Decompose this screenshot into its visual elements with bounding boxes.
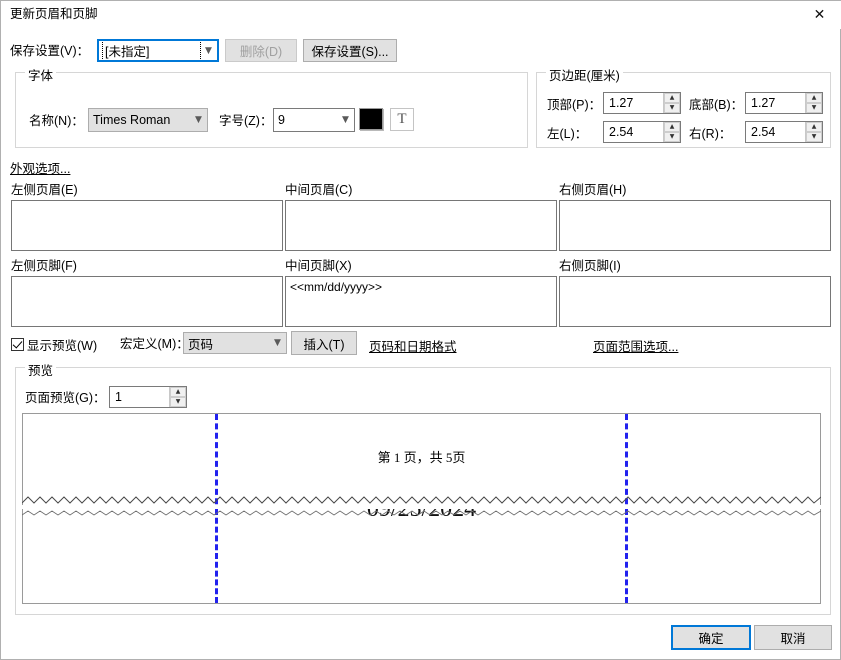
title-bar: 更新页眉和页脚 ✕ xyxy=(1,1,841,29)
update-header-footer-dialog: 更新页眉和页脚 ✕ 保存设置(V)： [未指定] ▼ 删除(D) 保存设置(S)… xyxy=(0,0,841,660)
chevron-down-icon: ▼ xyxy=(200,41,217,60)
spin-down-icon[interactable]: ▼ xyxy=(170,397,186,407)
page-break-zigzag-icon xyxy=(22,509,821,517)
preview-page-top-clip: 第 1 页，共 5页 xyxy=(22,413,821,505)
page-break-zigzag-icon xyxy=(22,496,821,505)
margin-bottom-spin-buttons: ▲ ▼ xyxy=(805,93,822,113)
page-date-format-link[interactable]: 页码和日期格式 xyxy=(369,336,457,355)
margin-left-spin-buttons: ▲ ▼ xyxy=(663,122,680,142)
margin-left-spinner[interactable]: 2.54 ▲ ▼ xyxy=(603,121,681,143)
appearance-options-link[interactable]: 外观选项... xyxy=(10,158,70,177)
font-color-swatch[interactable] xyxy=(359,108,383,130)
margin-left-label: 左(L)： xyxy=(547,126,587,142)
margin-bottom-value: 1.27 xyxy=(746,93,805,113)
font-size-value: 9 xyxy=(278,113,337,127)
checkmark-icon xyxy=(11,338,24,351)
margin-bottom-spinner[interactable]: 1.27 ▲ ▼ xyxy=(745,92,823,114)
margin-right-label: 右(R)： xyxy=(689,126,731,142)
page-preview-value: 1 xyxy=(110,387,169,407)
margin-left-value: 2.54 xyxy=(604,122,663,142)
spin-up-icon[interactable]: ▲ xyxy=(664,122,680,132)
spin-up-icon[interactable]: ▲ xyxy=(806,93,822,103)
font-name-label: 名称(N)： xyxy=(29,113,84,129)
right-margin-guide xyxy=(625,509,628,603)
font-name-combo[interactable]: Times Roman ▼ xyxy=(88,108,208,132)
preview-group-title: 预览 xyxy=(25,360,56,379)
margins-group-title: 页边距(厘米) xyxy=(546,65,623,84)
text-format-button[interactable]: T xyxy=(390,108,414,131)
spin-down-icon[interactable]: ▼ xyxy=(664,103,680,113)
margin-top-spin-buttons: ▲ ▼ xyxy=(663,93,680,113)
spin-up-icon[interactable]: ▲ xyxy=(170,387,186,397)
margin-right-spinner[interactable]: 2.54 ▲ ▼ xyxy=(745,121,823,143)
saved-settings-combo[interactable]: [未指定] ▼ xyxy=(97,39,219,62)
margin-right-value: 2.54 xyxy=(746,122,805,142)
center-header-input[interactable] xyxy=(285,200,557,251)
preview-page-bottom[interactable]: 09/25/2024 xyxy=(22,509,821,604)
page-preview-spinner[interactable]: 1 ▲ ▼ xyxy=(109,386,187,408)
spin-down-icon[interactable]: ▼ xyxy=(806,132,822,142)
spin-down-icon[interactable]: ▼ xyxy=(664,132,680,142)
save-settings-button[interactable]: 保存设置(S)... xyxy=(303,39,397,62)
margin-bottom-label: 底部(B)： xyxy=(689,97,743,113)
page-preview-spin-buttons: ▲ ▼ xyxy=(169,387,186,407)
macro-combo[interactable]: 页码 ▼ xyxy=(183,332,287,354)
preview-page-bottom-clip: 09/25/2024 xyxy=(22,509,821,604)
show-preview-checkbox[interactable]: 显示预览(W) xyxy=(11,335,97,354)
spin-up-icon[interactable]: ▲ xyxy=(806,122,822,132)
preview-page-header-text: 第 1 页，共 5页 xyxy=(23,447,820,466)
insert-button[interactable]: 插入(T) xyxy=(291,331,357,355)
chevron-down-icon: ▼ xyxy=(337,109,354,131)
saved-settings-value: [未指定] xyxy=(103,41,200,60)
margin-right-spin-buttons: ▲ ▼ xyxy=(805,122,822,142)
margin-top-label: 顶部(P)： xyxy=(547,97,601,113)
right-footer-label: 右侧页脚(I) xyxy=(559,258,621,274)
delete-settings-button[interactable]: 删除(D) xyxy=(225,39,297,62)
center-footer-label: 中间页脚(X) xyxy=(285,258,352,274)
left-header-label: 左侧页眉(E) xyxy=(11,182,78,198)
center-header-label: 中间页眉(C) xyxy=(285,182,352,198)
left-footer-input[interactable] xyxy=(11,276,283,327)
macro-value: 页码 xyxy=(188,334,269,353)
right-footer-input[interactable] xyxy=(559,276,831,327)
margin-top-spinner[interactable]: 1.27 ▲ ▼ xyxy=(603,92,681,114)
center-footer-input[interactable]: <<mm/dd/yyyy>> xyxy=(285,276,557,327)
right-header-input[interactable] xyxy=(559,200,831,251)
saved-settings-label: 保存设置(V)： xyxy=(10,43,89,59)
page-preview-label: 页面预览(G)： xyxy=(25,390,106,406)
left-header-input[interactable] xyxy=(11,200,283,251)
macro-label: 宏定义(M)： xyxy=(120,336,189,352)
right-header-label: 右侧页眉(H) xyxy=(559,182,626,198)
show-preview-label: 显示预览(W) xyxy=(27,335,97,354)
chevron-down-icon: ▼ xyxy=(269,333,286,353)
page-range-options-link[interactable]: 页面范围选项... xyxy=(593,336,678,355)
spin-down-icon[interactable]: ▼ xyxy=(806,103,822,113)
left-footer-label: 左侧页脚(F) xyxy=(11,258,77,274)
ok-button[interactable]: 确定 xyxy=(671,625,751,650)
font-group-title: 字体 xyxy=(25,65,56,84)
close-icon[interactable]: ✕ xyxy=(797,1,841,29)
margin-top-value: 1.27 xyxy=(604,93,663,113)
font-name-value: Times Roman xyxy=(93,113,190,127)
dialog-title: 更新页眉和页脚 xyxy=(10,6,98,22)
preview-page-top[interactable]: 第 1 页，共 5页 xyxy=(22,413,821,505)
spin-up-icon[interactable]: ▲ xyxy=(664,93,680,103)
font-size-label: 字号(Z)： xyxy=(219,113,272,129)
left-margin-guide xyxy=(215,509,218,603)
font-size-combo[interactable]: 9 ▼ xyxy=(273,108,355,132)
chevron-down-icon: ▼ xyxy=(190,109,207,131)
cancel-button[interactable]: 取消 xyxy=(754,625,832,650)
